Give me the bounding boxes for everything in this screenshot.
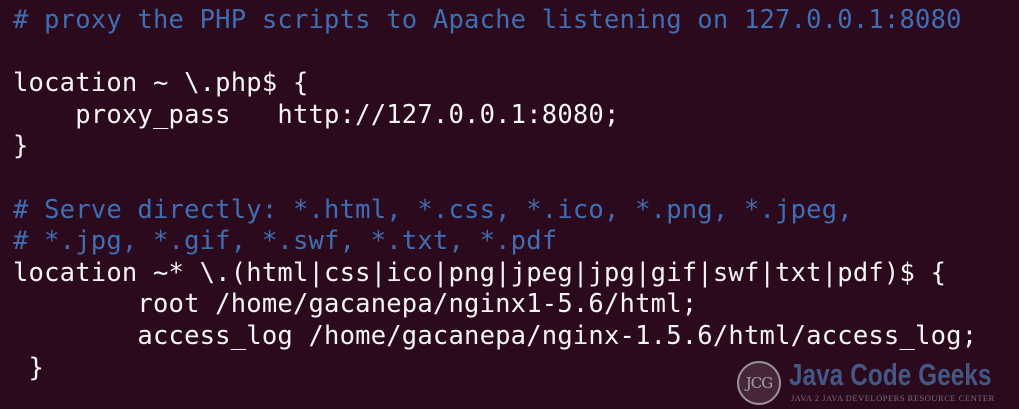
code-line-access-log: access_log /home/gacanepa/nginx-1.5.6/ht… <box>13 321 1019 353</box>
code-text: } <box>13 352 45 383</box>
code-text: location ~ \.php$ { <box>13 68 309 99</box>
code-line-comment-extensions: # *.jpg, *.gif, *.swf, *.txt, *.pdf <box>13 226 1019 258</box>
code-line-proxy-pass: proxy_pass http://127.0.0.1:8080; <box>13 100 1019 132</box>
code-text: } <box>13 131 29 162</box>
code-line-location-php: location ~ \.php$ { <box>13 68 1019 100</box>
code-line-location-static: location ~* \.(html|css|ico|png|jpeg|jpg… <box>13 258 1019 290</box>
comment-text: # *.jpg, *.gif, *.swf, *.txt, *.pdf <box>13 226 558 257</box>
watermark-title: Java Code Geeks <box>789 357 992 392</box>
jcg-logo-icon: JCG <box>737 361 781 405</box>
code-line-comment-proxy: # proxy the PHP scripts to Apache listen… <box>13 5 1019 37</box>
comment-text: # proxy the PHP scripts to Apache listen… <box>13 5 962 35</box>
code-line-root: root /home/gacanepa/nginx1-5.6/html; <box>13 289 1019 321</box>
code-text: access_log /home/gacanepa/nginx-1.5.6/ht… <box>13 320 978 351</box>
code-text: proxy_pass http://127.0.0.1:8080; <box>13 99 620 130</box>
code-line-comment-serve: # Serve directly: *.html, *.css, *.ico, … <box>13 195 1019 227</box>
terminal-window[interactable]: # proxy the PHP scripts to Apache listen… <box>0 0 1019 409</box>
watermark-subtitle: Java 2 Java Developers Resource Center <box>791 393 995 403</box>
code-line-close-brace: } <box>13 131 1019 163</box>
code-text: root /home/gacanepa/nginx1-5.6/html; <box>13 289 698 320</box>
comment-text: # Serve directly: *.html, *.css, *.ico, … <box>13 194 853 225</box>
code-text: location ~* \.(html|css|ico|png|jpeg|jpg… <box>13 257 947 288</box>
java-code-geeks-watermark: JCG Java Code Geeks Java 2 Java Develope… <box>737 357 1015 407</box>
